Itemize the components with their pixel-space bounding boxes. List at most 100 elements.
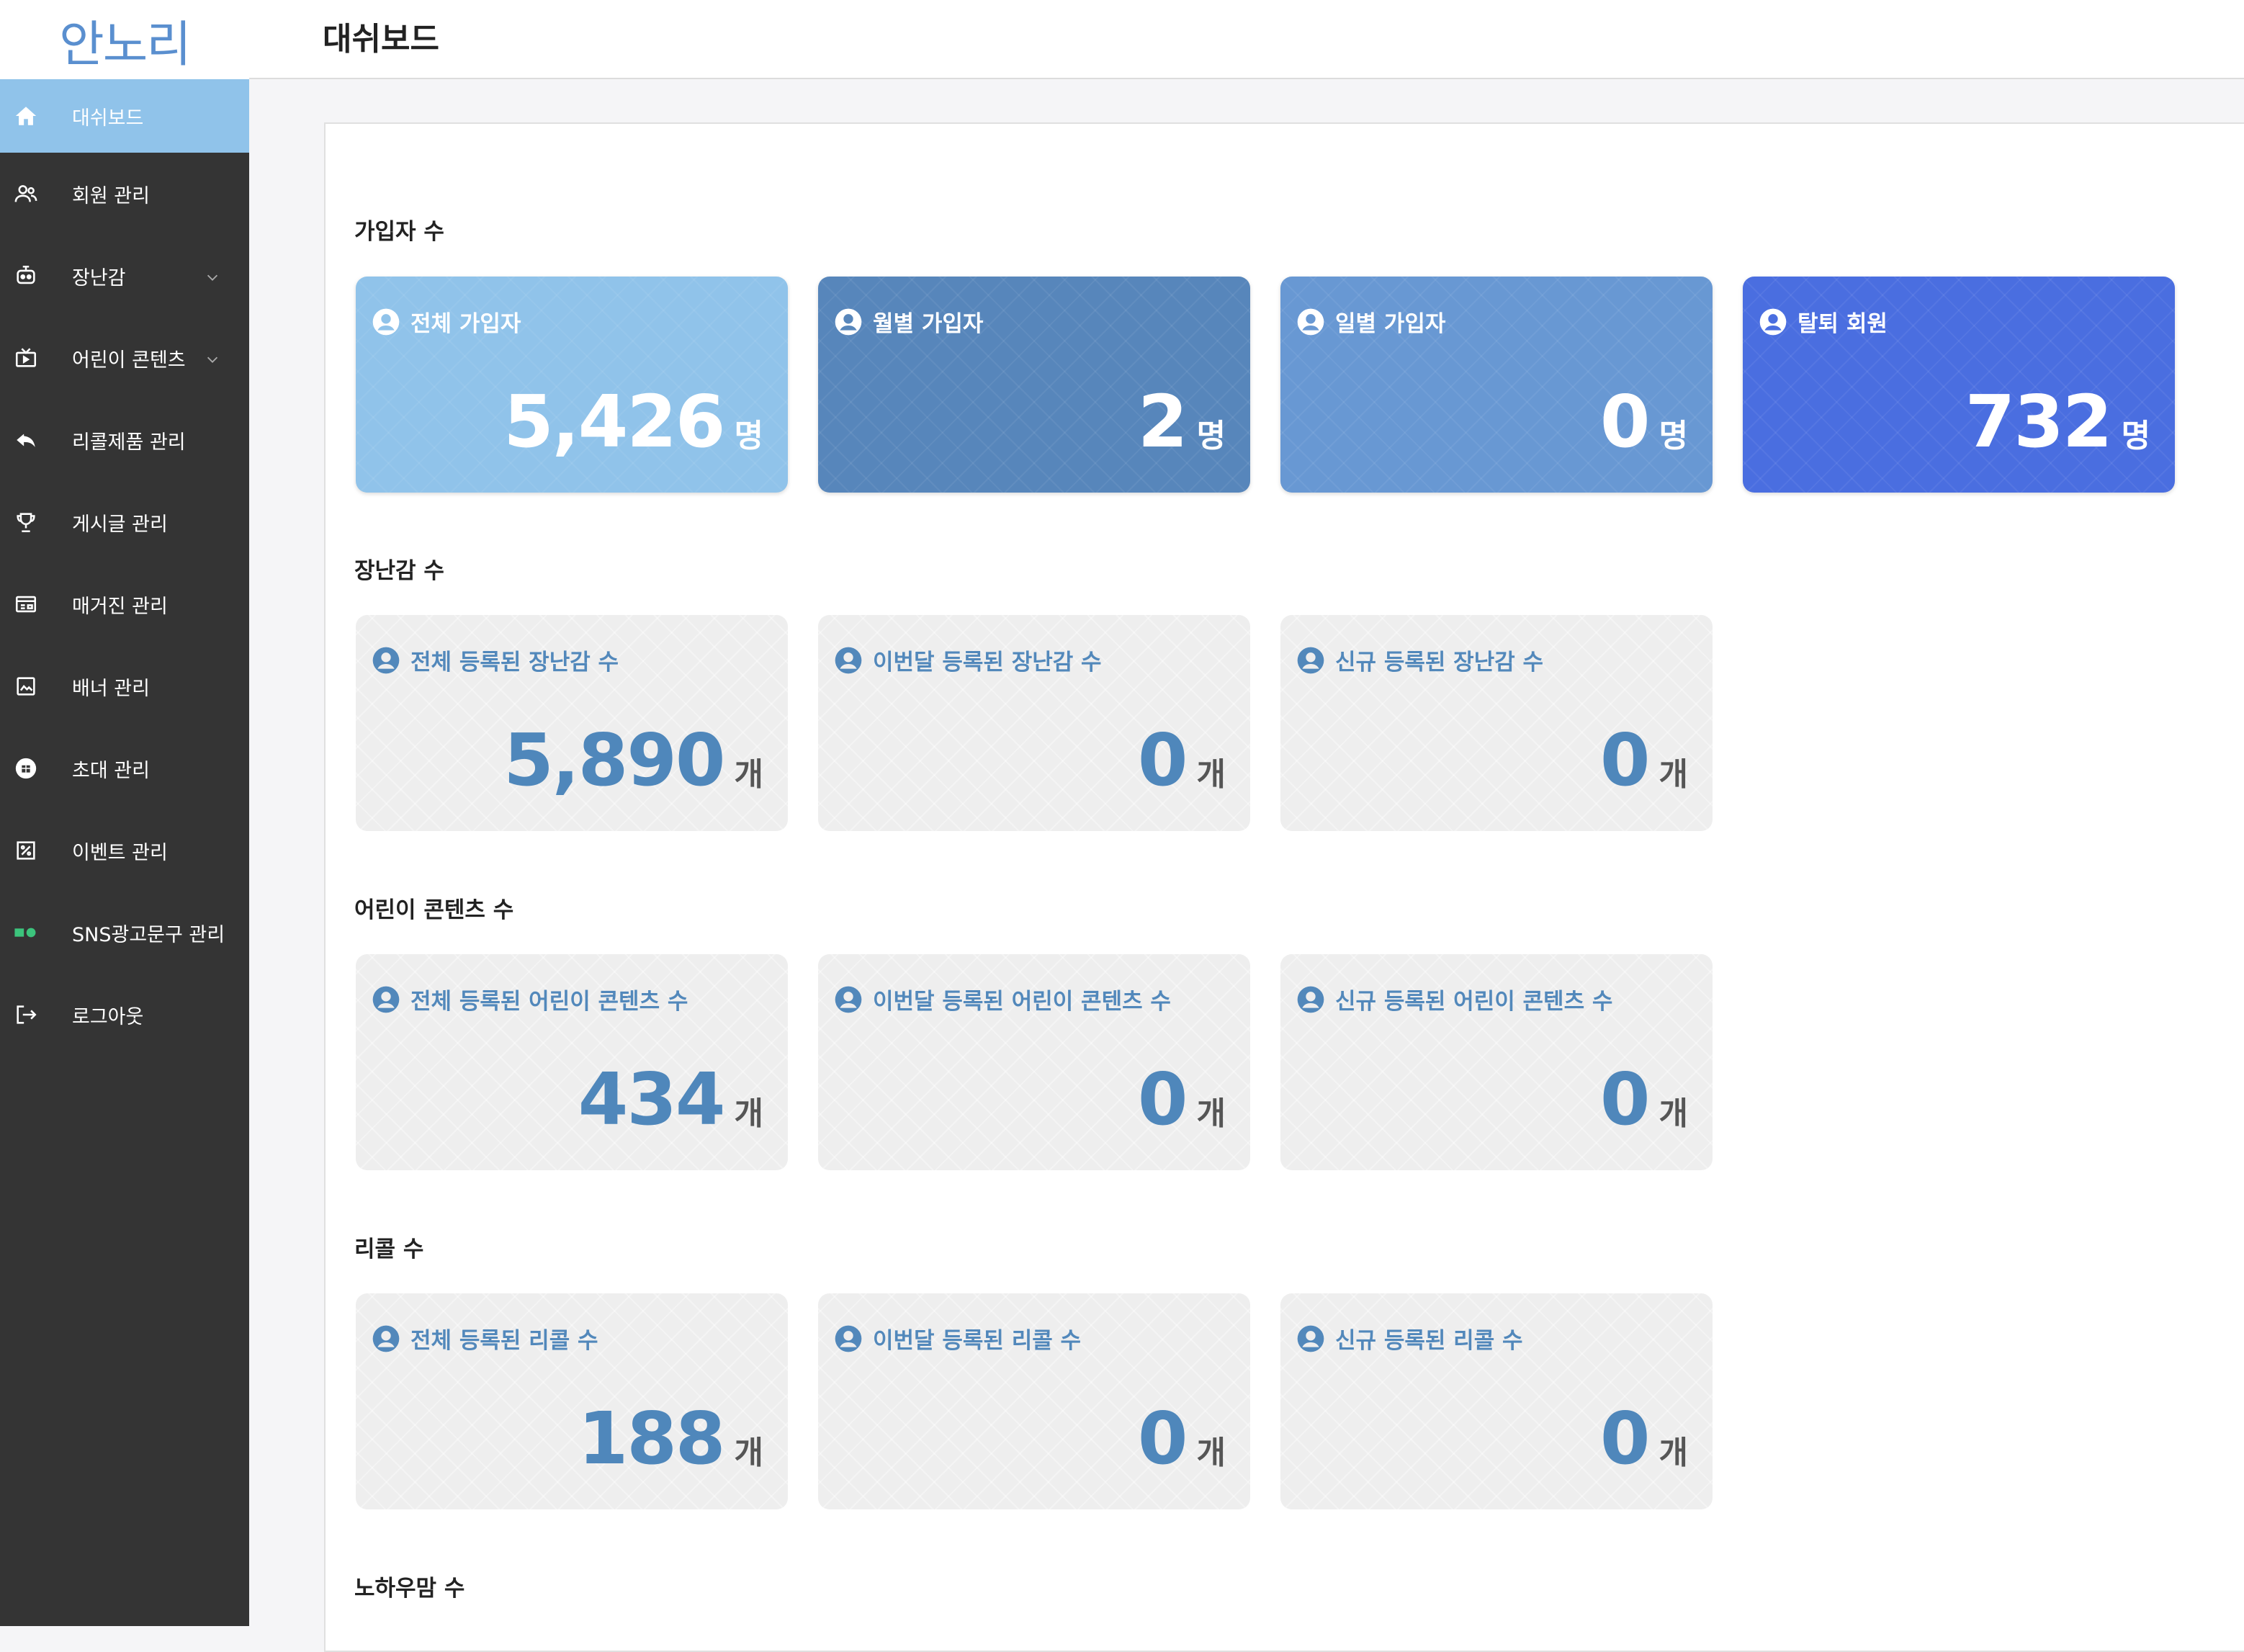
- card-label-text: 전체 가입자: [410, 311, 521, 337]
- invite-icon: [12, 754, 40, 783]
- card-label-text: 신규 등록된 장난감 수: [1335, 650, 1544, 675]
- sidebar-item-label: 대쉬보드: [72, 107, 144, 130]
- card-label-text: 전체 등록된 어린이 콘텐츠 수: [410, 989, 688, 1015]
- chevron-down-icon[interactable]: [205, 268, 220, 284]
- card-label-text: 일별 가입자: [1335, 311, 1446, 337]
- card-value: 0 명: [1600, 386, 1688, 458]
- header: 대쉬보드: [249, 0, 2244, 79]
- stat-card-withdrawn-members: 탈퇴 회원 732 명: [1743, 277, 2175, 493]
- stat-card-monthly-toys: 이번달 등록된 장난감 수 0 개: [818, 615, 1250, 831]
- card-number: 732: [1965, 380, 2113, 464]
- stat-card-monthly-recalls: 이번달 등록된 리콜 수 0 개: [818, 1293, 1250, 1509]
- card-number: 5,426: [503, 380, 725, 464]
- card-unit: 개: [734, 1095, 763, 1132]
- card-label: 전체 등록된 장난감 수: [372, 644, 619, 676]
- sidebar-item-recall[interactable]: 리콜제품 관리: [0, 399, 249, 481]
- chevron-down-icon[interactable]: [205, 350, 220, 366]
- sidebar-item-invite[interactable]: 초대 관리: [0, 727, 249, 809]
- card-label-text: 이번달 등록된 장난감 수: [873, 650, 1102, 675]
- sidebar-item-label: 어린이 콘텐츠: [72, 349, 186, 372]
- sidebar-item-logout[interactable]: 로그아웃: [0, 974, 249, 1056]
- user-circle-icon: [1296, 985, 1325, 1014]
- stat-card-monthly-kids-content: 이번달 등록된 어린이 콘텐츠 수 0 개: [818, 954, 1250, 1170]
- sidebar: 안노리 대쉬보드 회원 관리 장난감 어린이 콘텐츠 리콜제품 관리 게시글 관…: [0, 0, 249, 1626]
- card-label-text: 탈퇴 회원: [1798, 311, 1888, 337]
- sidebar-item-banner[interactable]: 배너 관리: [0, 645, 249, 727]
- card-label-text: 이번달 등록된 어린이 콘텐츠 수: [873, 989, 1171, 1015]
- card-label: 신규 등록된 리콜 수: [1296, 1322, 1523, 1355]
- percent-icon: [12, 836, 40, 865]
- card-number: 0: [1599, 380, 1651, 464]
- card-number: 0: [1599, 1057, 1651, 1141]
- card-label: 신규 등록된 장난감 수: [1296, 644, 1543, 676]
- logo[interactable]: 안노리: [0, 0, 249, 79]
- card-unit: 개: [1659, 756, 1688, 793]
- user-circle-icon: [1759, 307, 1787, 336]
- sidebar-item-posts[interactable]: 게시글 관리: [0, 481, 249, 563]
- stat-card-new-recalls: 신규 등록된 리콜 수 0 개: [1280, 1293, 1713, 1509]
- card-number: 2: [1137, 380, 1188, 464]
- section-title-recalls: 리콜 수: [354, 1236, 424, 1262]
- card-value: 0 개: [1138, 1403, 1226, 1475]
- sidebar-item-toys[interactable]: 장난감: [0, 235, 249, 317]
- section-title-kids-content: 어린이 콘텐츠 수: [354, 897, 514, 923]
- section-title-signups: 가입자 수: [354, 219, 444, 245]
- card-label-text: 신규 등록된 리콜 수: [1335, 1328, 1523, 1354]
- card-label-text: 신규 등록된 어린이 콘텐츠 수: [1335, 989, 1613, 1015]
- card-label: 신규 등록된 어린이 콘텐츠 수: [1296, 983, 1612, 1015]
- sidebar-item-dashboard[interactable]: 대쉬보드: [0, 79, 249, 153]
- card-label: 전체 등록된 리콜 수: [372, 1322, 598, 1355]
- sidebar-item-label: 리콜제품 관리: [72, 431, 186, 454]
- section-title-knowhow-mom: 노하우맘 수: [354, 1576, 465, 1602]
- sidebar-item-label: 게시글 관리: [72, 513, 168, 536]
- sidebar-item-label: SNS광고문구 관리: [72, 923, 225, 946]
- sidebar-item-event[interactable]: 이벤트 관리: [0, 809, 249, 892]
- card-number: 188: [578, 1396, 726, 1481]
- stat-card-total-recalls: 전체 등록된 리콜 수 188 개: [356, 1293, 788, 1509]
- card-value: 732 명: [1965, 386, 2150, 458]
- stat-card-new-kids-content: 신규 등록된 어린이 콘텐츠 수 0 개: [1280, 954, 1713, 1170]
- card-number: 0: [1137, 1057, 1188, 1141]
- logout-icon: [12, 1000, 40, 1029]
- sidebar-item-label: 배너 관리: [72, 677, 150, 700]
- card-unit: 명: [2121, 418, 2150, 454]
- card-unit: 개: [1196, 756, 1226, 793]
- card-label: 월별 가입자: [834, 305, 983, 338]
- user-circle-icon: [1296, 1324, 1325, 1353]
- sidebar-item-members[interactable]: 회원 관리: [0, 153, 249, 235]
- sidebar-item-label: 로그아웃: [72, 1005, 144, 1028]
- card-number: 5,890: [503, 718, 725, 802]
- card-value: 0 개: [1600, 1403, 1688, 1475]
- sidebar-item-sns[interactable]: SNS광고문구 관리: [0, 892, 249, 974]
- user-circle-icon: [834, 985, 863, 1014]
- stat-card-total-toys: 전체 등록된 장난감 수 5,890 개: [356, 615, 788, 831]
- reply-icon: [12, 426, 40, 454]
- card-label: 탈퇴 회원: [1759, 305, 1888, 338]
- stat-card-daily-signups: 일별 가입자 0 명: [1280, 277, 1713, 493]
- sns-icon: [12, 918, 40, 947]
- card-unit: 개: [1196, 1095, 1226, 1132]
- sidebar-item-label: 매거진 관리: [72, 595, 168, 618]
- sidebar-item-magazine[interactable]: 매거진 관리: [0, 563, 249, 645]
- trophy-icon: [12, 508, 40, 537]
- card-label: 전체 가입자: [372, 305, 521, 338]
- user-circle-icon: [834, 307, 863, 336]
- tv-icon: [12, 344, 40, 372]
- user-circle-icon: [834, 1324, 863, 1353]
- card-value: 0 개: [1138, 1064, 1226, 1136]
- user-circle-icon: [1296, 646, 1325, 675]
- sidebar-item-kids-content[interactable]: 어린이 콘텐츠: [0, 317, 249, 399]
- card-label-text: 전체 등록된 리콜 수: [410, 1328, 598, 1354]
- user-circle-icon: [834, 646, 863, 675]
- card-unit: 명: [1659, 418, 1688, 454]
- stat-card-total-signups: 전체 가입자 5,426 명: [356, 277, 788, 493]
- stat-card-monthly-signups: 월별 가입자 2 명: [818, 277, 1250, 493]
- stat-card-total-kids-content: 전체 등록된 어린이 콘텐츠 수 434 개: [356, 954, 788, 1170]
- newspaper-icon: [12, 590, 40, 619]
- card-value: 434 개: [578, 1064, 763, 1136]
- card-unit: 개: [1659, 1095, 1688, 1132]
- card-value: 188 개: [578, 1403, 763, 1475]
- card-unit: 개: [1196, 1435, 1226, 1471]
- logo-text: 안노리: [59, 16, 192, 73]
- user-circle-icon: [1296, 307, 1325, 336]
